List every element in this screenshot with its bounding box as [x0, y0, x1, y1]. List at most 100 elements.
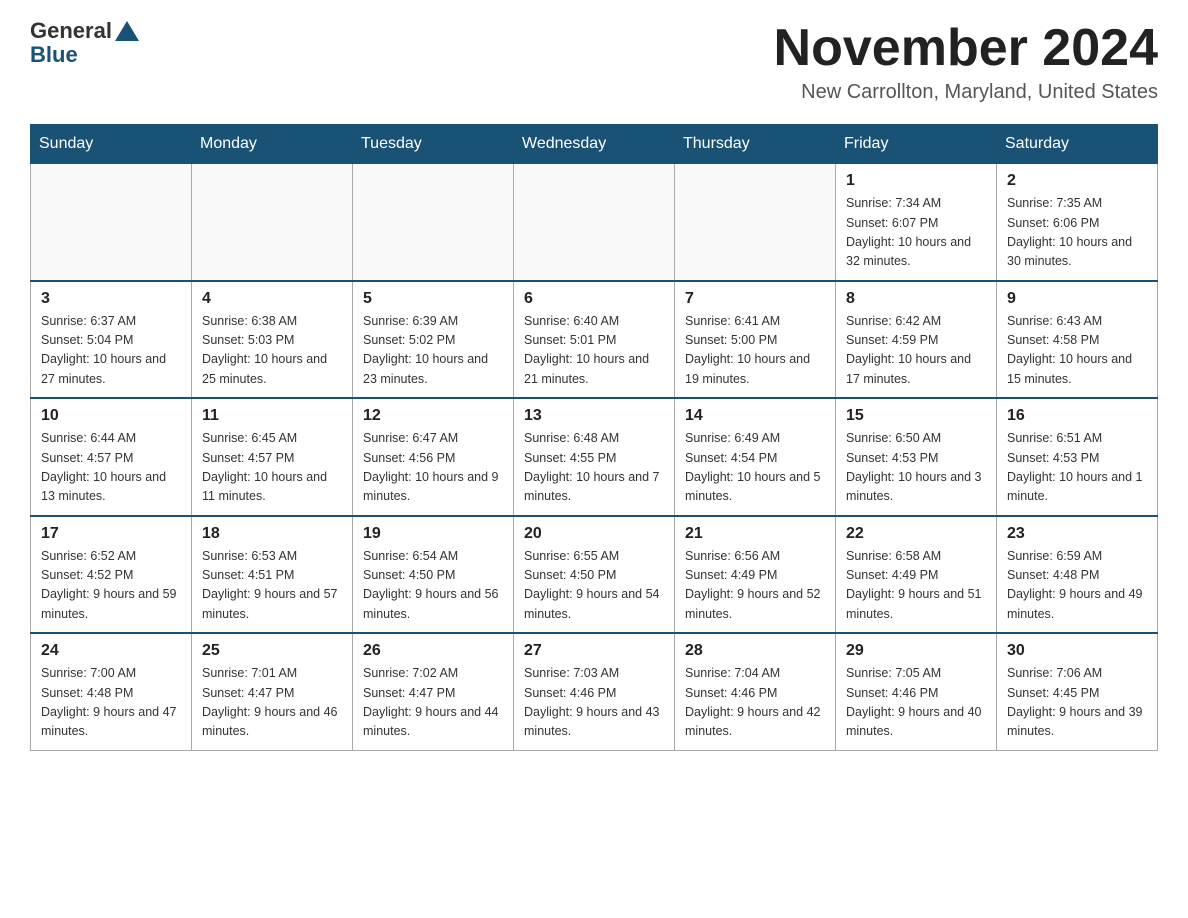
day-number: 13 — [524, 407, 664, 425]
day-number: 8 — [846, 290, 986, 308]
weekday-header-thursday: Thursday — [675, 125, 836, 164]
day-info: Sunrise: 7:04 AMSunset: 4:46 PMDaylight:… — [685, 664, 825, 742]
day-number: 6 — [524, 290, 664, 308]
calendar-cell: 23 Sunrise: 6:59 AMSunset: 4:48 PMDayligh… — [997, 516, 1158, 634]
logo-general-text: General — [30, 20, 112, 42]
calendar-cell — [353, 164, 514, 281]
day-info: Sunrise: 7:34 AMSunset: 6:07 PMDaylight:… — [846, 194, 986, 272]
day-info: Sunrise: 7:00 AMSunset: 4:48 PMDaylight:… — [41, 664, 181, 742]
calendar-cell: 20 Sunrise: 6:55 AMSunset: 4:50 PMDayligh… — [514, 516, 675, 634]
day-number: 28 — [685, 642, 825, 660]
day-number: 21 — [685, 525, 825, 543]
calendar-cell: 21 Sunrise: 6:56 AMSunset: 4:49 PMDayligh… — [675, 516, 836, 634]
calendar-cell — [514, 164, 675, 281]
day-number: 16 — [1007, 407, 1147, 425]
day-number: 15 — [846, 407, 986, 425]
calendar-cell: 28 Sunrise: 7:04 AMSunset: 4:46 PMDayligh… — [675, 633, 836, 750]
day-number: 27 — [524, 642, 664, 660]
day-number: 7 — [685, 290, 825, 308]
day-info: Sunrise: 6:44 AMSunset: 4:57 PMDaylight:… — [41, 429, 181, 507]
day-info: Sunrise: 6:55 AMSunset: 4:50 PMDaylight:… — [524, 547, 664, 625]
calendar-week-row: 3 Sunrise: 6:37 AMSunset: 5:04 PMDaylight… — [31, 281, 1158, 399]
day-number: 19 — [363, 525, 503, 543]
day-number: 20 — [524, 525, 664, 543]
calendar-cell: 27 Sunrise: 7:03 AMSunset: 4:46 PMDayligh… — [514, 633, 675, 750]
day-info: Sunrise: 6:45 AMSunset: 4:57 PMDaylight:… — [202, 429, 342, 507]
calendar-cell — [192, 164, 353, 281]
calendar-cell: 6 Sunrise: 6:40 AMSunset: 5:01 PMDaylight… — [514, 281, 675, 399]
weekday-header-saturday: Saturday — [997, 125, 1158, 164]
day-number: 4 — [202, 290, 342, 308]
day-number: 10 — [41, 407, 181, 425]
calendar-cell: 4 Sunrise: 6:38 AMSunset: 5:03 PMDaylight… — [192, 281, 353, 399]
logo-triangle-icon — [115, 21, 139, 41]
day-number: 3 — [41, 290, 181, 308]
day-info: Sunrise: 6:56 AMSunset: 4:49 PMDaylight:… — [685, 547, 825, 625]
calendar-cell: 9Sunrise: 6:43 AMSunset: 4:58 PMDaylight… — [997, 281, 1158, 399]
logo: General Blue — [30, 20, 142, 68]
day-info: Sunrise: 6:54 AMSunset: 4:50 PMDaylight:… — [363, 547, 503, 625]
calendar-cell: 8 Sunrise: 6:42 AMSunset: 4:59 PMDaylight… — [836, 281, 997, 399]
calendar-cell: 24 Sunrise: 7:00 AMSunset: 4:48 PMDayligh… — [31, 633, 192, 750]
day-number: 22 — [846, 525, 986, 543]
day-number: 25 — [202, 642, 342, 660]
calendar-cell: 30Sunrise: 7:06 AMSunset: 4:45 PMDayligh… — [997, 633, 1158, 750]
calendar-cell: 16 Sunrise: 6:51 AMSunset: 4:53 PMDayligh… — [997, 398, 1158, 516]
day-info: Sunrise: 6:47 AMSunset: 4:56 PMDaylight:… — [363, 429, 503, 507]
day-number: 12 — [363, 407, 503, 425]
day-number: 14 — [685, 407, 825, 425]
calendar-cell: 3 Sunrise: 6:37 AMSunset: 5:04 PMDaylight… — [31, 281, 192, 399]
calendar-cell: 10 Sunrise: 6:44 AMSunset: 4:57 PMDayligh… — [31, 398, 192, 516]
day-info: Sunrise: 6:38 AMSunset: 5:03 PMDaylight:… — [202, 312, 342, 390]
calendar-cell: 17 Sunrise: 6:52 AMSunset: 4:52 PMDayligh… — [31, 516, 192, 634]
day-number: 26 — [363, 642, 503, 660]
calendar-cell: 7 Sunrise: 6:41 AMSunset: 5:00 PMDaylight… — [675, 281, 836, 399]
calendar-cell: 22 Sunrise: 6:58 AMSunset: 4:49 PMDayligh… — [836, 516, 997, 634]
calendar-table: SundayMondayTuesdayWednesdayThursdayFrid… — [30, 124, 1158, 751]
weekday-header-tuesday: Tuesday — [353, 125, 514, 164]
day-number: 18 — [202, 525, 342, 543]
calendar-week-row: 24 Sunrise: 7:00 AMSunset: 4:48 PMDayligh… — [31, 633, 1158, 750]
day-number: 2 — [1007, 172, 1147, 190]
calendar-cell: 2Sunrise: 7:35 AMSunset: 6:06 PMDaylight… — [997, 164, 1158, 281]
calendar-cell: 12 Sunrise: 6:47 AMSunset: 4:56 PMDayligh… — [353, 398, 514, 516]
day-info: Sunrise: 6:52 AMSunset: 4:52 PMDaylight:… — [41, 547, 181, 625]
calendar-cell: 5 Sunrise: 6:39 AMSunset: 5:02 PMDaylight… — [353, 281, 514, 399]
day-number: 17 — [41, 525, 181, 543]
day-info: Sunrise: 6:49 AMSunset: 4:54 PMDaylight:… — [685, 429, 825, 507]
day-info: Sunrise: 7:03 AMSunset: 4:46 PMDaylight:… — [524, 664, 664, 742]
calendar-cell: 1Sunrise: 7:34 AMSunset: 6:07 PMDaylight… — [836, 164, 997, 281]
calendar-week-row: 10 Sunrise: 6:44 AMSunset: 4:57 PMDayligh… — [31, 398, 1158, 516]
day-info: Sunrise: 7:05 AMSunset: 4:46 PMDaylight:… — [846, 664, 986, 742]
title-area: November 2024 New Carrollton, Maryland, … — [774, 20, 1158, 104]
day-info: Sunrise: 6:51 AMSunset: 4:53 PMDaylight:… — [1007, 429, 1147, 507]
day-info: Sunrise: 6:53 AMSunset: 4:51 PMDaylight:… — [202, 547, 342, 625]
day-info: Sunrise: 6:58 AMSunset: 4:49 PMDaylight:… — [846, 547, 986, 625]
day-info: Sunrise: 6:59 AMSunset: 4:48 PMDaylight:… — [1007, 547, 1147, 625]
day-info: Sunrise: 6:42 AMSunset: 4:59 PMDaylight:… — [846, 312, 986, 390]
calendar-cell: 19 Sunrise: 6:54 AMSunset: 4:50 PMDayligh… — [353, 516, 514, 634]
calendar-cell — [31, 164, 192, 281]
calendar-cell: 11 Sunrise: 6:45 AMSunset: 4:57 PMDayligh… — [192, 398, 353, 516]
calendar-cell: 18 Sunrise: 6:53 AMSunset: 4:51 PMDayligh… — [192, 516, 353, 634]
day-info: Sunrise: 7:06 AMSunset: 4:45 PMDaylight:… — [1007, 664, 1147, 742]
day-number: 24 — [41, 642, 181, 660]
calendar-cell: 13 Sunrise: 6:48 AMSunset: 4:55 PMDayligh… — [514, 398, 675, 516]
day-number: 11 — [202, 407, 342, 425]
day-info: Sunrise: 6:37 AMSunset: 5:04 PMDaylight:… — [41, 312, 181, 390]
day-info: Sunrise: 7:02 AMSunset: 4:47 PMDaylight:… — [363, 664, 503, 742]
day-number: 5 — [363, 290, 503, 308]
calendar-cell: 14 Sunrise: 6:49 AMSunset: 4:54 PMDayligh… — [675, 398, 836, 516]
location-subtitle: New Carrollton, Maryland, United States — [774, 81, 1158, 104]
day-number: 29 — [846, 642, 986, 660]
day-number: 23 — [1007, 525, 1147, 543]
day-info: Sunrise: 6:41 AMSunset: 5:00 PMDaylight:… — [685, 312, 825, 390]
calendar-week-row: 1Sunrise: 7:34 AMSunset: 6:07 PMDaylight… — [31, 164, 1158, 281]
day-info: Sunrise: 6:39 AMSunset: 5:02 PMDaylight:… — [363, 312, 503, 390]
day-info: Sunrise: 6:50 AMSunset: 4:53 PMDaylight:… — [846, 429, 986, 507]
calendar-cell: 26 Sunrise: 7:02 AMSunset: 4:47 PMDayligh… — [353, 633, 514, 750]
weekday-header-monday: Monday — [192, 125, 353, 164]
day-info: Sunrise: 6:48 AMSunset: 4:55 PMDaylight:… — [524, 429, 664, 507]
day-info: Sunrise: 6:40 AMSunset: 5:01 PMDaylight:… — [524, 312, 664, 390]
logo-blue-text: Blue — [30, 42, 78, 67]
